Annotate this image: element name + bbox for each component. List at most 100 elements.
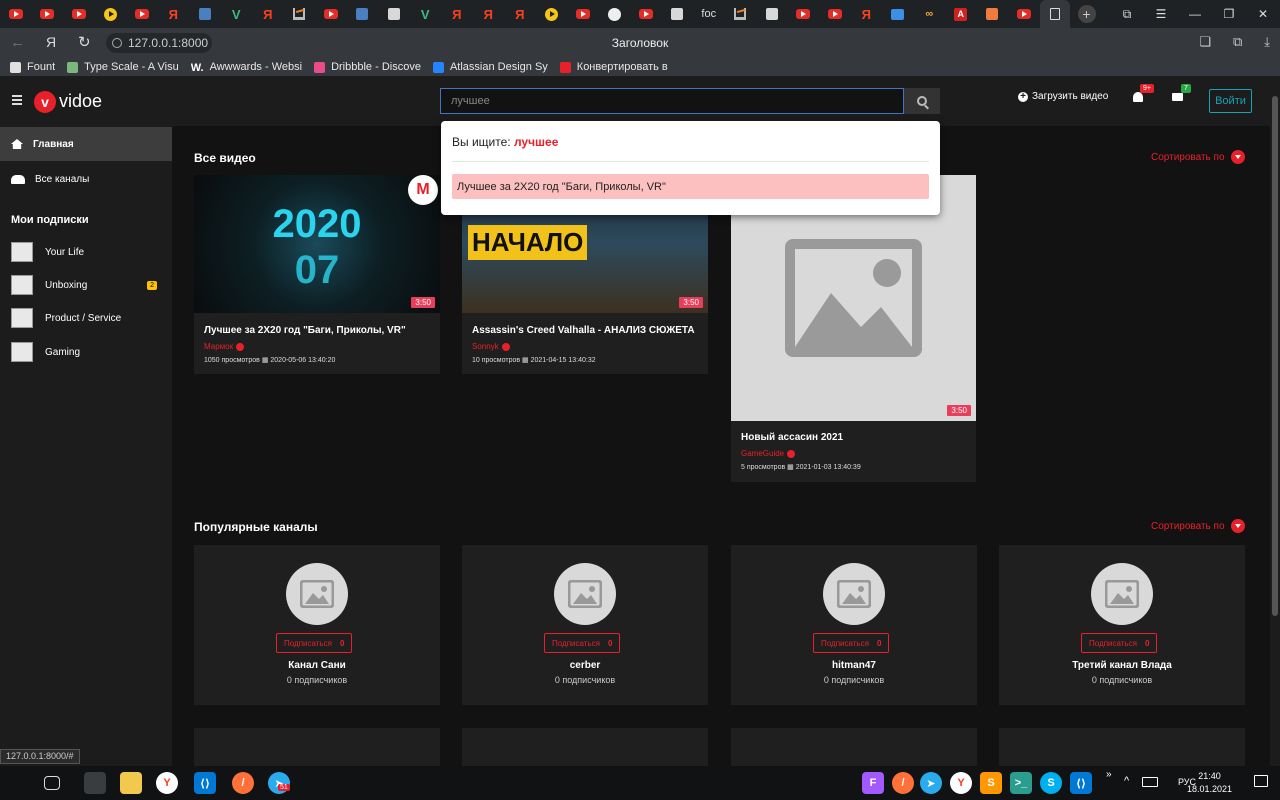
- task-manager-icon[interactable]: [84, 772, 106, 794]
- channel-card[interactable]: Подписаться 0 cerber 0 подписчиков: [462, 545, 708, 705]
- browser-tab-youtube[interactable]: [630, 0, 662, 28]
- subscribe-button[interactable]: Подписаться 0: [544, 633, 621, 653]
- channel-card[interactable]: Подписаться 0 hitman47 0 подписчиков: [731, 545, 977, 705]
- bookmark-item[interactable]: Конвертировать в: [559, 61, 668, 73]
- browser-tab-youtube[interactable]: [315, 0, 347, 28]
- browser-tab-yandex[interactable]: Я: [473, 0, 505, 28]
- subscribe-button[interactable]: Подписаться 0: [1081, 633, 1158, 653]
- browser-tab-youtube[interactable]: [788, 0, 820, 28]
- channels-sort-button[interactable]: Сортировать по: [1151, 519, 1245, 533]
- file-explorer-icon[interactable]: [120, 772, 142, 794]
- bookmark-item[interactable]: Atlassian Design Sy: [432, 61, 548, 73]
- browser-tab-youtube[interactable]: [126, 0, 158, 28]
- yandex-browser-icon[interactable]: Y: [156, 772, 178, 794]
- bookmark-item[interactable]: Type Scale - A Visu: [67, 61, 179, 73]
- menu-icon[interactable]: ☰: [1144, 7, 1178, 21]
- minimize-button[interactable]: —: [1178, 7, 1212, 21]
- subscription-item[interactable]: Unboxing 2: [11, 274, 161, 296]
- scroll-thumb[interactable]: [1272, 96, 1278, 616]
- share-icon[interactable]: ⧉: [1233, 34, 1242, 50]
- channel-name[interactable]: cerber: [462, 660, 708, 671]
- notification-center-icon[interactable]: [1254, 775, 1268, 787]
- browser-tab-a[interactable]: A: [945, 0, 977, 28]
- active-tab[interactable]: [1039, 0, 1070, 28]
- browser-tab-youtube[interactable]: [0, 0, 32, 28]
- browser-tab-vue[interactable]: V: [410, 0, 442, 28]
- search-input[interactable]: [440, 88, 904, 114]
- bookmark-item[interactable]: Dribbble - Discove: [314, 61, 421, 73]
- subscription-item[interactable]: Product / Service: [11, 307, 161, 329]
- browser-tab-chat[interactable]: [882, 0, 914, 28]
- channel-card[interactable]: [194, 728, 440, 768]
- login-button[interactable]: Войти: [1209, 89, 1252, 113]
- channel-card[interactable]: Подписаться 0 Канал Сани 0 подписчиков: [194, 545, 440, 705]
- browser-tab-sq-white[interactable]: [756, 0, 788, 28]
- overflow-chevron-icon[interactable]: »: [1106, 769, 1112, 780]
- yandex-browser-icon[interactable]: Y: [950, 772, 972, 794]
- channel-card[interactable]: [999, 728, 1245, 768]
- video-channel[interactable]: Мармок: [204, 342, 245, 351]
- new-tab-button[interactable]: +: [1077, 5, 1096, 23]
- browser-tab-youtube[interactable]: [1008, 0, 1040, 28]
- browser-tab-play[interactable]: [536, 0, 568, 28]
- windows-start-icon[interactable]: [10, 775, 26, 791]
- browser-tab-sq-white[interactable]: [378, 0, 410, 28]
- sidebar-item-home[interactable]: Главная: [0, 127, 172, 161]
- figma-icon[interactable]: F: [862, 772, 884, 794]
- subscription-item[interactable]: Your Life: [11, 241, 161, 263]
- browser-tab-sq-blue[interactable]: [347, 0, 379, 28]
- video-title[interactable]: Новый ассасин 2021: [741, 432, 843, 443]
- clock[interactable]: 21:40 18.01.2021: [1187, 770, 1232, 796]
- scrollbar[interactable]: [1270, 76, 1280, 766]
- browser-tab-sq-orange[interactable]: [977, 0, 1009, 28]
- subscribe-button[interactable]: Подписаться 0: [276, 633, 353, 653]
- browser-tab-sq-blue[interactable]: [189, 0, 221, 28]
- video-card[interactable]: 2020 07 M 3:50 Лучшее за 2X20 год "Баги,…: [194, 175, 440, 374]
- browser-tab-youtube[interactable]: [32, 0, 64, 28]
- hamburger-icon[interactable]: [12, 95, 22, 107]
- video-thumbnail[interactable]: 2020 07 M: [194, 175, 440, 313]
- bookmark-icon[interactable]: ❏: [1199, 34, 1211, 50]
- keyboard-icon[interactable]: [1142, 777, 1158, 787]
- subscribe-button[interactable]: Подписаться 0: [813, 633, 890, 653]
- telegram-icon[interactable]: ➤: [920, 772, 942, 794]
- browser-tab-yandex[interactable]: Я: [504, 0, 536, 28]
- video-channel[interactable]: GameGuide: [741, 449, 796, 458]
- close-button[interactable]: ✕: [1246, 7, 1280, 21]
- sublime-icon[interactable]: S: [980, 772, 1002, 794]
- task-view-icon[interactable]: [44, 776, 60, 790]
- video-card[interactable]: 3:50 Новый ассасин 2021 GameGuide 5 прос…: [731, 175, 976, 482]
- vscode-icon[interactable]: ⟨⟩: [1070, 772, 1092, 794]
- logo-text[interactable]: vidoe: [59, 91, 102, 112]
- maximize-button[interactable]: ❐: [1212, 7, 1246, 21]
- browser-tab-link[interactable]: ∞: [914, 0, 946, 28]
- video-title[interactable]: Лучшее за 2X20 год "Баги, Приколы, VR": [204, 325, 406, 336]
- browser-tab-text[interactable]: foc: [693, 0, 725, 28]
- browser-tab-vue[interactable]: V: [221, 0, 253, 28]
- app-icon[interactable]: /: [232, 772, 254, 794]
- channel-card[interactable]: [462, 728, 708, 768]
- browser-tab-yandex[interactable]: Я: [158, 0, 190, 28]
- browser-tab-youtube[interactable]: [567, 0, 599, 28]
- subscription-item[interactable]: Gaming: [11, 341, 161, 363]
- browser-tab-yandex[interactable]: Я: [441, 0, 473, 28]
- browser-tab-stackoverflow[interactable]: [284, 0, 316, 28]
- search-result[interactable]: Лучшее за 2X20 год "Баги, Приколы, VR": [452, 174, 929, 199]
- browser-tab-yandex[interactable]: Я: [252, 0, 284, 28]
- collections-icon[interactable]: ⧉: [1110, 7, 1144, 22]
- skype-icon[interactable]: S: [1040, 772, 1062, 794]
- browser-tab-github[interactable]: [599, 0, 631, 28]
- upload-video-button[interactable]: + Загрузить видео: [1018, 91, 1108, 102]
- video-title[interactable]: Assassin's Creed Valhalla - АНАЛИЗ СЮЖЕТ…: [472, 325, 695, 336]
- search-button[interactable]: [904, 88, 940, 114]
- channel-name[interactable]: Третий канал Влада: [999, 660, 1245, 671]
- bell-icon[interactable]: [1133, 92, 1143, 102]
- bookmark-item[interactable]: W. Awwwards - Websi: [191, 61, 302, 73]
- channel-name[interactable]: Канал Сани: [194, 660, 440, 671]
- sidebar-item-all-channels[interactable]: Все каналы: [0, 162, 172, 196]
- browser-tab-youtube[interactable]: [63, 0, 95, 28]
- browser-tab-yandex[interactable]: Я: [851, 0, 883, 28]
- browser-tab-youtube[interactable]: [819, 0, 851, 28]
- terminal-icon[interactable]: >_: [1010, 772, 1032, 794]
- vscode-icon[interactable]: ⟨⟩: [194, 772, 216, 794]
